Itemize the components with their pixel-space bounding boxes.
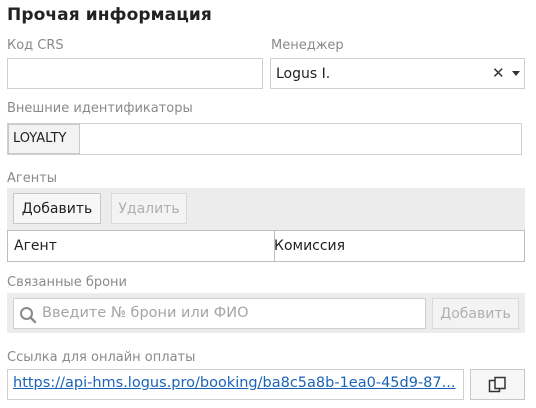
delete-agent-button[interactable]: Удалить [111,193,187,224]
external-ids-label: Внешние идентификаторы [7,101,193,116]
external-id-chip[interactable]: LOYALTY [8,124,80,154]
crs-label: Код CRS [7,38,64,53]
payment-link-label: Ссылка для онлайн оплаты [7,350,196,365]
booking-search-input[interactable]: Введите № брони или ФИО [13,298,426,329]
crs-code-input[interactable] [7,58,263,89]
add-linked-booking-button[interactable]: Добавить [432,298,519,329]
chevron-down-icon[interactable] [512,71,520,76]
copy-link-button[interactable] [470,369,525,400]
payment-link-url[interactable]: https://api-hms.logus.pro/booking/ba8c5a… [13,375,459,391]
section-title: Прочая информация [7,5,212,25]
column-commission[interactable]: Комиссия [268,231,530,261]
manager-label: Менеджер [271,38,344,53]
close-icon[interactable]: ✕ [492,64,505,82]
column-agent[interactable]: Агент [8,231,275,261]
agents-label: Агенты [7,171,58,186]
manager-select[interactable]: Logus I. ✕ [270,58,525,89]
booking-search-placeholder: Введите № брони или ФИО [42,305,249,321]
linked-bookings-panel: Введите № брони или ФИО Добавить [7,293,525,333]
manager-value: Logus I. [276,66,331,82]
linked-bookings-label: Связанные брони [7,275,128,290]
agents-panel: Добавить Удалить Агент Комиссия [7,188,525,262]
add-agent-button[interactable]: Добавить [13,193,101,224]
external-ids-field[interactable]: LOYALTY [7,123,522,155]
payment-link-field: https://api-hms.logus.pro/booking/ba8c5a… [7,369,464,400]
search-icon [20,307,37,324]
agents-table-header: Агент Комиссия [7,230,525,262]
copy-icon [488,376,506,393]
